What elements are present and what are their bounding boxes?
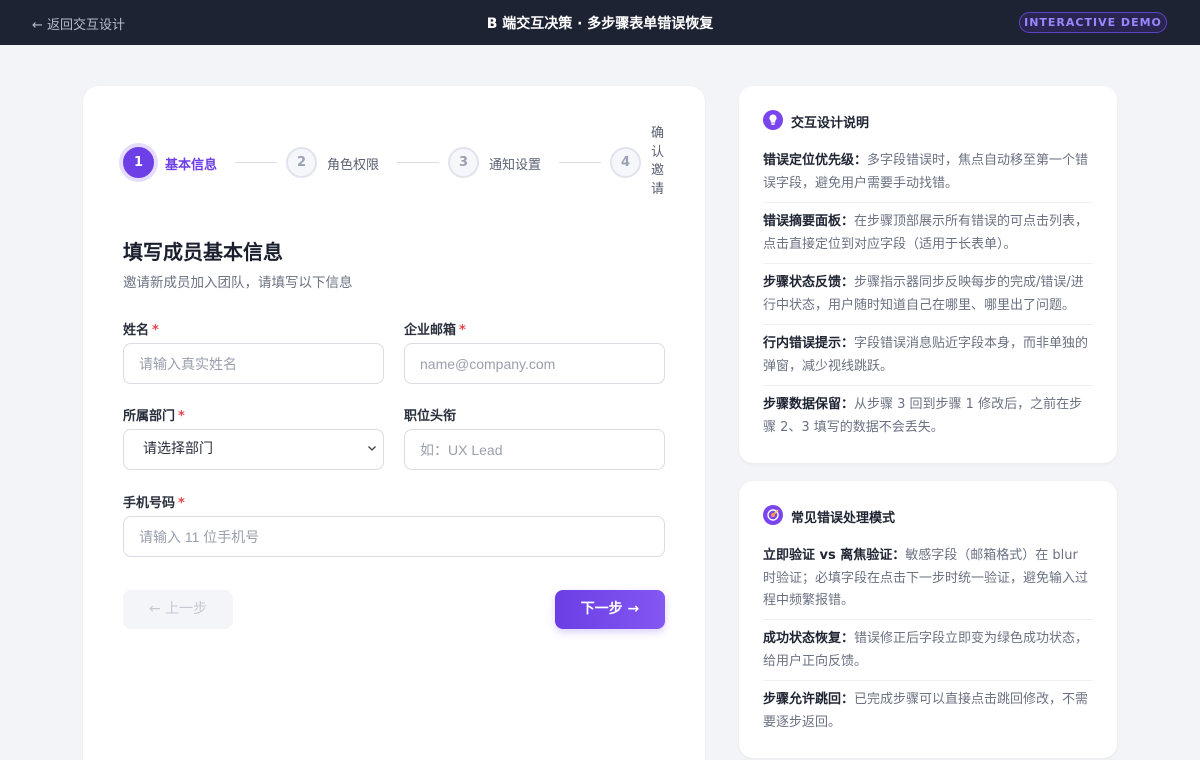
divider (763, 263, 1093, 264)
error-patterns-title: 常见错误处理模式 (791, 511, 896, 526)
department-select[interactable]: 请选择部门 (123, 429, 384, 470)
step-connector (559, 162, 601, 163)
required-mark: * (178, 409, 185, 424)
design-note-item: 行内错误提示：字段错误消息贴近字段本身，而非单独的弹窗，减少视线跳跃。 (763, 336, 1089, 374)
phone-input[interactable] (123, 516, 665, 557)
position-input[interactable] (404, 429, 665, 470)
design-note-item: 错误摘要面板：在步骤顶部展示所有错误的可点击列表，点击直接定位到对应字段（适用于… (763, 214, 1089, 252)
divider (763, 202, 1093, 203)
error-pattern-item: 立即验证 vs 离焦验证：敏感字段（邮箱格式）在 blur 时验证；必填字段在点… (763, 548, 1089, 608)
divider (763, 385, 1093, 386)
prev-step-button[interactable]: ← 上一步 (123, 590, 233, 629)
design-note-item: 步骤数据保留：从步骤 3 回到步骤 1 修改后，之前在步骤 2、3 填写的数据不… (763, 397, 1083, 435)
design-note-item: 步骤状态反馈：步骤指示器同步反映每步的完成/错误/进行中状态，用户随时知道自己在… (763, 275, 1084, 313)
target-icon (763, 505, 783, 525)
step-1-indicator[interactable]: 1 (123, 147, 154, 178)
divider (763, 680, 1093, 681)
design-notes-card: 交互设计说明 错误定位优先级：多字段错误时，焦点自动移至第一个错误字段，避免用户… (739, 86, 1117, 463)
error-patterns-card: 常见错误处理模式 立即验证 vs 离焦验证：敏感字段（邮箱格式）在 blur 时… (739, 481, 1117, 758)
required-mark: * (459, 323, 466, 338)
step-connector (235, 162, 277, 163)
email-input[interactable] (404, 343, 665, 384)
demo-badge: INTERACTIVE DEMO (1019, 12, 1167, 33)
design-note-item: 错误定位优先级：多字段错误时，焦点自动移至第一个错误字段，避免用户需要手动找错。 (763, 153, 1089, 191)
step-2-indicator[interactable]: 2 (286, 147, 317, 178)
step-1-label[interactable]: 基本信息 (165, 154, 217, 173)
form-title: 填写成员基本信息 (123, 240, 283, 264)
required-mark: * (152, 323, 159, 338)
next-step-button[interactable]: 下一步 → (555, 590, 665, 629)
department-select-value: 请选择部门 (143, 441, 213, 457)
divider (763, 619, 1093, 620)
name-label: 姓名 * (123, 323, 159, 338)
department-label: 所属部门 * (123, 409, 185, 424)
back-link[interactable]: ← 返回交互设计 (32, 14, 125, 33)
step-4-indicator[interactable]: 4 (610, 147, 641, 178)
phone-label: 手机号码 * (123, 496, 185, 511)
step-3-label[interactable]: 通知设置 (489, 154, 541, 173)
divider (763, 324, 1093, 325)
error-pattern-item: 步骤允许跳回：已完成步骤可以直接点击跳回修改，不需要逐步返回。 (763, 692, 1089, 730)
form-card: 1 基本信息 2 角色权限 3 通知设置 4 确认邀请 填写成员基本信息 邀请新… (83, 86, 705, 760)
email-label: 企业邮箱 * (404, 323, 466, 338)
position-label: 职位头衔 (404, 409, 457, 424)
chevron-down-icon (368, 446, 376, 451)
step-connector (397, 162, 439, 163)
required-mark: * (178, 496, 185, 511)
lightbulb-icon (763, 110, 783, 130)
design-notes-title: 交互设计说明 (791, 116, 870, 131)
top-bar: ← 返回交互设计 B 端交互决策 · 多步骤表单错误恢复 INTERACTIVE… (0, 0, 1200, 45)
name-input[interactable] (123, 343, 384, 384)
error-pattern-item: 成功状态恢复：错误修正后字段立即变为绿色成功状态，给用户正向反馈。 (763, 631, 1089, 669)
form-subtitle: 邀请新成员加入团队，请填写以下信息 (123, 275, 353, 291)
step-3-indicator[interactable]: 3 (448, 147, 479, 178)
step-4-label[interactable]: 确认邀请 (651, 125, 665, 199)
step-2-label[interactable]: 角色权限 (327, 154, 379, 173)
